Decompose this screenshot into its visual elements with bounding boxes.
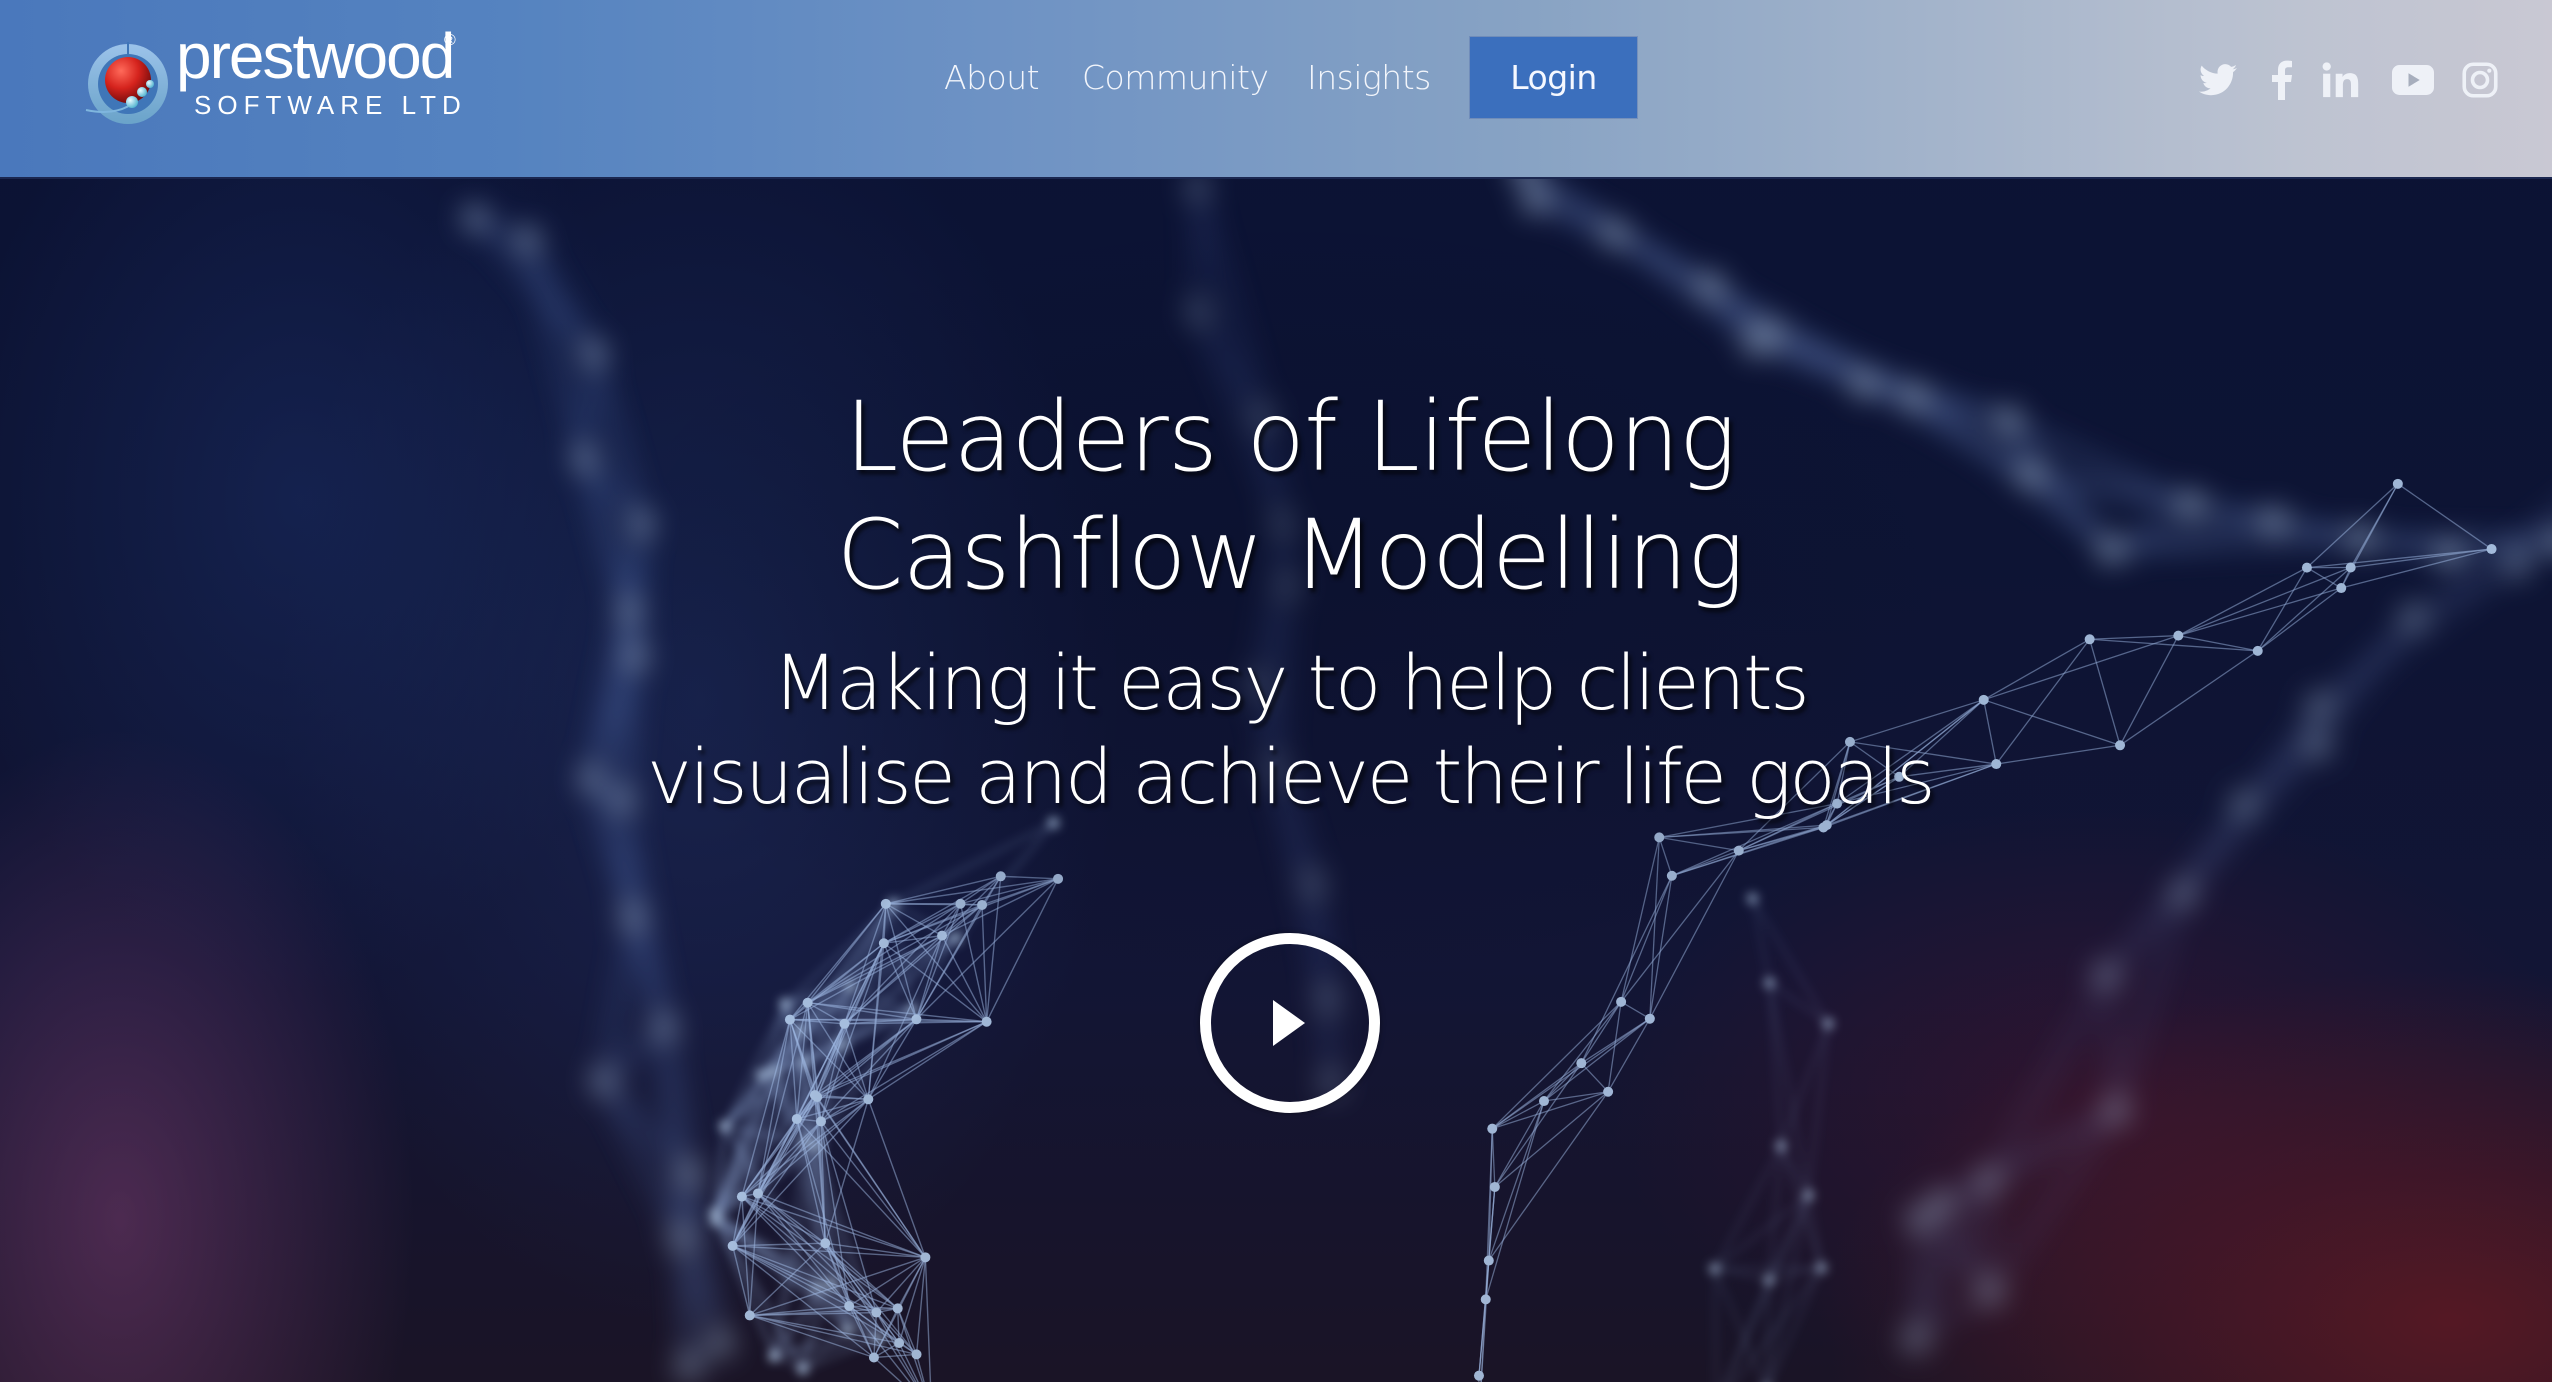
hero-title: Leaders of Lifelong Cashflow Modelling <box>0 378 2552 614</box>
play-icon <box>1273 1000 1305 1046</box>
brand-name: prestwood <box>176 20 455 92</box>
brand-tagline: SOFTWARE LTD <box>194 90 467 120</box>
hero-subtitle-line: Making it easy to help clients <box>772 638 1810 727</box>
hero-subtitle: Making it easy to help clients visualise… <box>0 636 2552 824</box>
facebook-icon[interactable] <box>2270 60 2294 100</box>
page: prestwood ® SOFTWARE LTD About Community… <box>0 0 2552 1382</box>
hero-title-line: Leaders of Lifelong <box>844 381 1737 493</box>
twitter-icon[interactable] <box>2198 60 2238 100</box>
nav-link-about[interactable]: About <box>944 52 1040 104</box>
youtube-icon[interactable] <box>2391 60 2435 100</box>
nav-link-community[interactable]: Community <box>1082 52 1269 104</box>
site-header: prestwood ® SOFTWARE LTD About Community… <box>0 0 2552 179</box>
login-button[interactable]: Login <box>1470 37 1637 118</box>
hero-section: Leaders of Lifelong Cashflow Modelling M… <box>0 0 2552 1382</box>
brand-logo[interactable]: prestwood ® SOFTWARE LTD <box>80 24 470 132</box>
hero-subtitle-line: visualise and achieve their life goals <box>646 732 1936 821</box>
linkedin-icon[interactable] <box>2320 60 2364 100</box>
instagram-icon[interactable] <box>2461 60 2499 100</box>
registered-mark: ® <box>444 32 456 49</box>
hero-title-line: Cashflow Modelling <box>836 499 1745 611</box>
play-video-button[interactable] <box>1200 933 1380 1113</box>
logo-emblem-icon <box>85 42 168 124</box>
nav-link-insights[interactable]: Insights <box>1307 52 1431 104</box>
